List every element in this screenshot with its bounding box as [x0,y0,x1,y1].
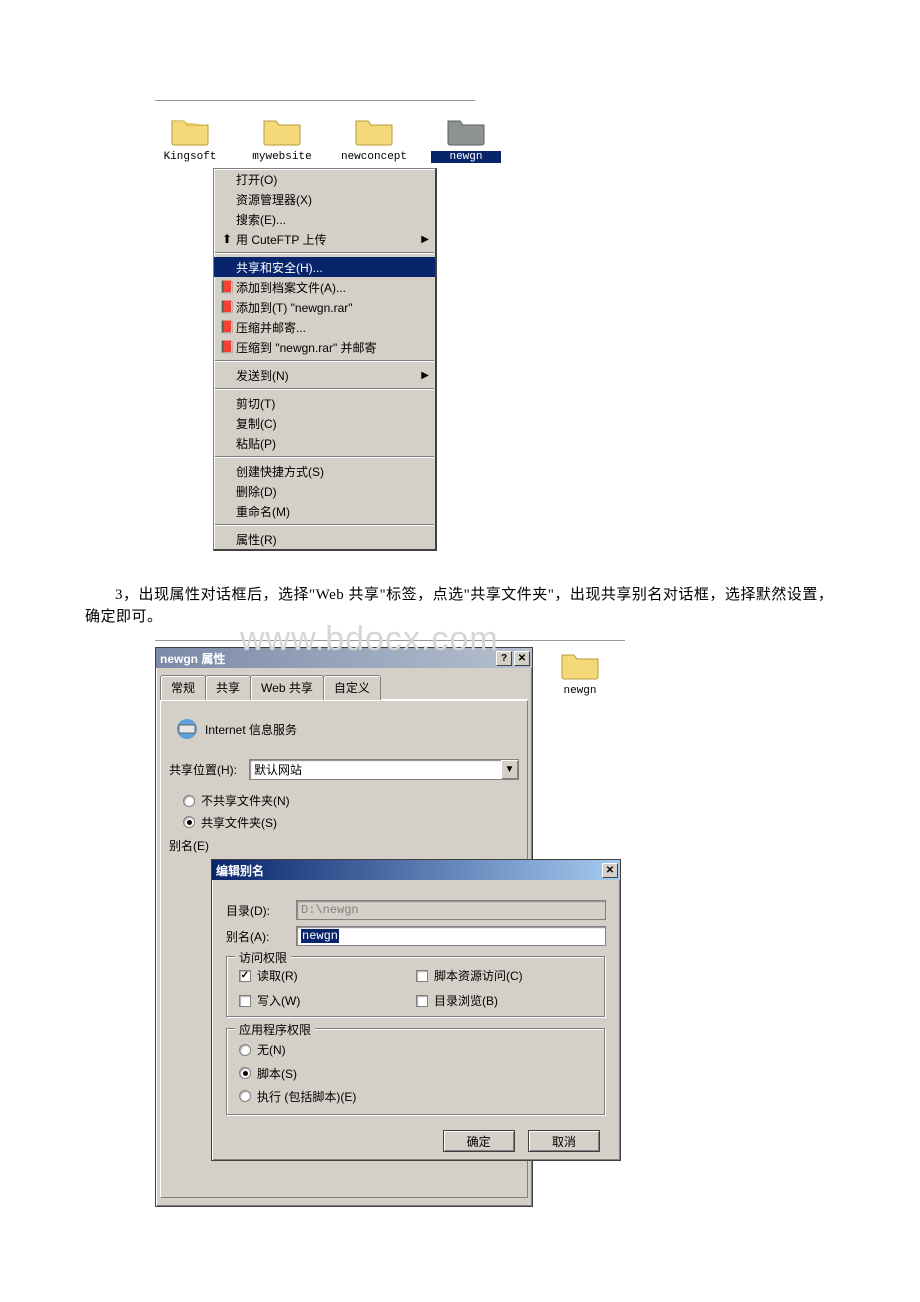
checkbox-script-source[interactable]: 脚本资源访问(C) [416,967,583,984]
radio-app-none[interactable]: 无(N) [239,1041,286,1058]
menu-item-open[interactable]: 打开(O) [214,169,435,189]
tab-general[interactable]: 常规 [160,675,206,700]
alias-label: 别名(E) [169,839,209,853]
menu-item-paste[interactable]: 粘贴(P) [214,433,435,453]
app-permissions-group: 应用程序权限 无(N) 脚本(S) 执行 (包括脚本)(E) [226,1028,606,1116]
radio-app-script[interactable]: 脚本(S) [239,1065,297,1082]
menu-item-cut[interactable]: 剪切(T) [214,393,435,413]
menu-item-cuteftp[interactable]: ⬆用 CuteFTP 上传▶ [214,229,435,249]
menu-item-shortcut[interactable]: 创建快捷方式(S) [214,461,435,481]
close-button[interactable]: ✕ [514,651,530,666]
help-button[interactable]: ? [496,651,512,666]
folder-newgn[interactable]: newgn [431,113,501,163]
archive-icon: 📕 [218,280,236,294]
folder-icon [247,113,317,147]
menu-separator [215,524,434,526]
folder-newgn-side[interactable]: newgn [545,647,615,697]
folder-icon [339,113,409,147]
menu-item-send-to[interactable]: 发送到(N)▶ [214,365,435,385]
checkbox-read[interactable]: 读取(R) [239,967,406,984]
folder-label: Kingsoft [155,151,225,163]
folder-mywebsite[interactable]: mywebsite [247,113,317,163]
menu-item-search[interactable]: 搜索(E)... [214,209,435,229]
submenu-arrow-icon: ▶ [421,370,429,381]
menu-separator [215,360,434,362]
window-title: 编辑别名 [216,862,264,879]
folder-label: newconcept [339,151,409,163]
alias-field[interactable]: newgn [296,926,606,946]
folder-kingsoft[interactable]: Kingsoft [155,113,225,163]
menu-separator [215,456,434,458]
menu-item-sharing[interactable]: 共享和安全(H)... [214,257,435,277]
folder-label: newgn [431,151,501,163]
folder-label: newgn [545,685,615,697]
tab-share[interactable]: 共享 [205,675,251,700]
menu-item-compress-rar-mail[interactable]: 📕压缩到 "newgn.rar" 并邮寄 [214,337,435,357]
checkbox-dir-browse[interactable]: 目录浏览(B) [416,992,583,1009]
access-permissions-group: 访问权限 读取(R) 脚本资源访问(C) 写入(W) 目录浏览(B) [226,956,606,1018]
menu-item-properties[interactable]: 属性(R) [214,529,435,549]
alias-field-label: 别名(A): [226,928,296,945]
menu-item-rename[interactable]: 重命名(M) [214,501,435,521]
tabstrip: 常规 共享 Web 共享 自定义 [160,674,528,700]
menu-item-explorer[interactable]: 资源管理器(X) [214,189,435,209]
folder-icon [545,647,615,681]
group-legend: 访问权限 [235,949,291,966]
ok-button[interactable]: 确定 [443,1130,515,1152]
menu-item-add-archive[interactable]: 📕添加到档案文件(A)... [214,277,435,297]
tab-custom[interactable]: 自定义 [323,675,381,700]
folder-icon [155,113,225,147]
folder-icon [431,113,501,147]
radio-no-share[interactable]: 不共享文件夹(N) [183,792,290,809]
menu-item-copy[interactable]: 复制(C) [214,413,435,433]
instruction-paragraph: 3，出现属性对话框后，选择"Web 共享"标签，点选"共享文件夹"，出现共享别名… [85,584,835,628]
submenu-arrow-icon: ▶ [421,234,429,245]
properties-area: newgn newgn 属性 ? ✕ 常规 共享 Web 共享 自定义 [155,640,625,1220]
close-button[interactable]: ✕ [602,863,618,878]
dropdown-arrow-icon[interactable]: ▼ [501,759,519,780]
folder-newconcept[interactable]: newconcept [339,113,409,163]
share-location-combo[interactable]: ▼ [249,759,519,780]
archive-icon: 📕 [218,300,236,314]
edit-alias-dialog: 编辑别名 ✕ 目录(D): D:\newgn 别名(A): newgn 访问权限… [211,859,621,1161]
share-location-input[interactable] [249,759,501,780]
directory-label: 目录(D): [226,902,296,919]
radio-share-folder[interactable]: 共享文件夹(S) [183,814,277,831]
menu-item-add-rar[interactable]: 📕添加到(T) "newgn.rar" [214,297,435,317]
archive-icon: 📕 [218,320,236,334]
menu-item-compress-mail[interactable]: 📕压缩并邮寄... [214,317,435,337]
checkbox-write[interactable]: 写入(W) [239,992,406,1009]
radio-app-exec[interactable]: 执行 (包括脚本)(E) [239,1088,356,1105]
iis-label: Internet 信息服务 [205,721,297,738]
titlebar[interactable]: 编辑别名 ✕ [212,860,620,880]
titlebar[interactable]: newgn 属性 ? ✕ [156,648,532,668]
window-title: newgn 属性 [160,650,225,667]
directory-field: D:\newgn [296,900,606,920]
menu-separator [215,252,434,254]
archive-icon: 📕 [218,340,236,354]
tab-web-share[interactable]: Web 共享 [250,675,324,700]
cancel-button[interactable]: 取消 [528,1130,600,1152]
group-legend: 应用程序权限 [235,1021,315,1038]
upload-icon: ⬆ [218,232,236,246]
menu-separator [215,388,434,390]
iis-icon [169,715,205,743]
folder-area: Kingsoft mywebsite newconcept newgn 打开(O… [155,100,475,570]
menu-item-delete[interactable]: 删除(D) [214,481,435,501]
context-menu: 打开(O) 资源管理器(X) 搜索(E)... ⬆用 CuteFTP 上传▶ 共… [213,168,437,551]
folder-label: mywebsite [247,151,317,163]
share-location-label: 共享位置(H): [169,761,249,778]
